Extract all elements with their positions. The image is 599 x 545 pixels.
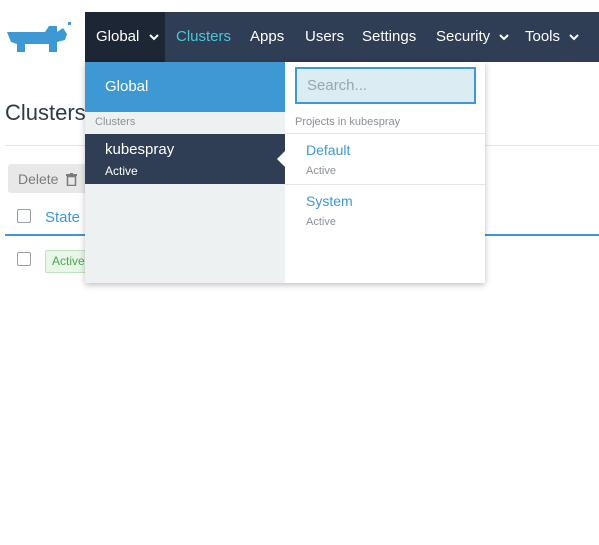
delete-button[interactable]: Delete <box>8 164 88 193</box>
project-item-default[interactable]: Default Active <box>285 133 485 183</box>
clusters-heading: Clusters <box>95 116 136 128</box>
trash-icon <box>66 172 78 186</box>
chevron-down-icon <box>148 33 159 40</box>
cluster-item-kubespray[interactable]: kubespray Active <box>85 134 285 184</box>
project-name: System <box>306 193 353 209</box>
clusters-pane: Global Clusters kubespray Active <box>85 62 285 283</box>
nav-security-label: Security <box>436 28 491 45</box>
cluster-name: kubespray <box>105 141 175 158</box>
select-all-checkbox[interactable] <box>17 209 31 223</box>
chevron-down-icon <box>499 33 510 40</box>
projects-pane: Projects in kubespray Default Active Sys… <box>285 62 485 283</box>
cow-logo-icon <box>7 22 71 52</box>
row-checkbox[interactable] <box>17 252 31 266</box>
nav-settings[interactable]: Settings <box>362 12 416 62</box>
cluster-status: Active <box>105 164 138 178</box>
global-option[interactable]: Global <box>85 62 285 112</box>
nav-apps[interactable]: Apps <box>250 12 284 62</box>
selected-pointer-icon <box>277 151 285 167</box>
top-navigation: Global Clusters Apps Users Settings Secu… <box>0 12 599 62</box>
global-dropdown: Global Clusters kubespray Active Project… <box>85 62 485 283</box>
column-header-state[interactable]: State <box>45 209 80 226</box>
rancher-logo[interactable] <box>0 12 85 62</box>
nav-clusters[interactable]: Clusters <box>176 12 231 62</box>
nav-security[interactable]: Security <box>436 12 510 62</box>
project-status: Active <box>306 165 336 177</box>
nav-tools[interactable]: Tools <box>525 12 579 62</box>
project-name: Default <box>306 142 351 158</box>
project-item-system[interactable]: System Active <box>285 184 485 234</box>
delete-label: Delete <box>18 170 59 187</box>
global-menu-label: Global <box>96 28 140 45</box>
main-nav: Global Clusters Apps Users Settings Secu… <box>85 12 599 62</box>
global-menu-toggle[interactable]: Global <box>85 12 165 62</box>
search-input[interactable] <box>295 67 476 104</box>
nav-users[interactable]: Users <box>305 12 344 62</box>
projects-heading: Projects in kubespray <box>295 116 401 128</box>
nav-tools-label: Tools <box>525 28 561 45</box>
chevron-down-icon <box>569 33 579 40</box>
project-status: Active <box>306 216 336 228</box>
page-title: Clusters <box>5 100 86 125</box>
